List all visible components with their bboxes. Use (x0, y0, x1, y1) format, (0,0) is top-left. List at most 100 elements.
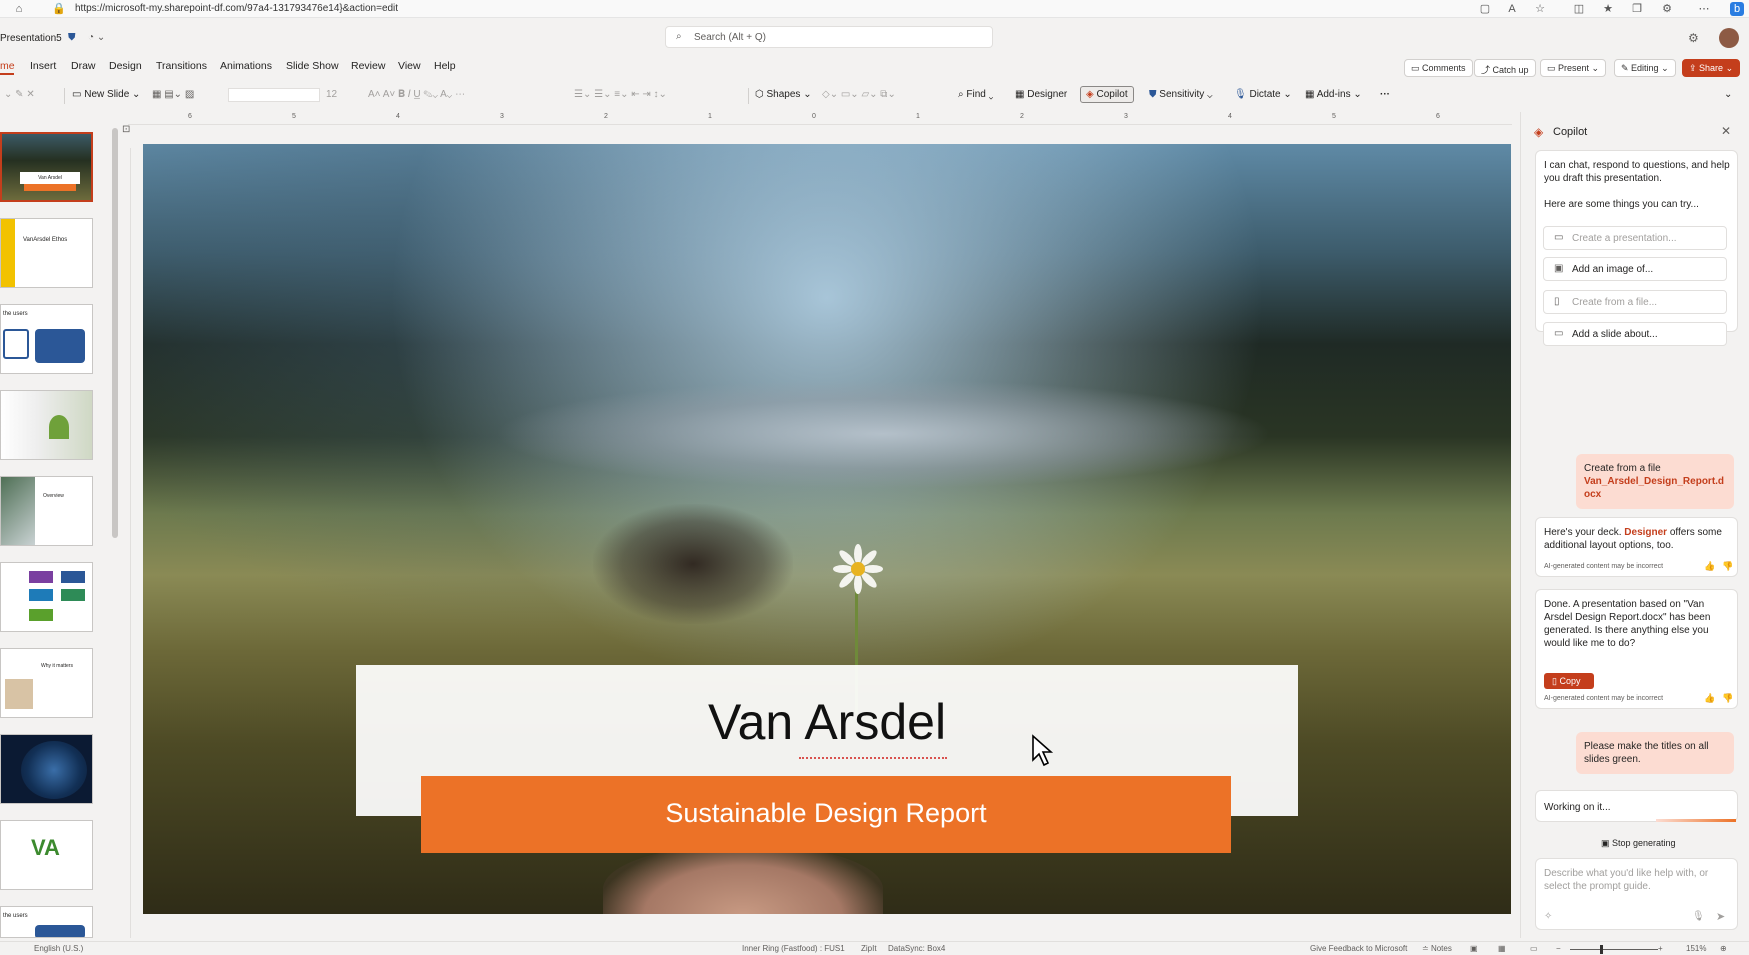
zoom-level[interactable]: 151% (1686, 944, 1706, 953)
slide-thumbnail[interactable]: Overview (0, 476, 93, 546)
document-name[interactable]: Presentation5 (0, 33, 62, 44)
slide-sorter-icon[interactable]: ▦ (1498, 944, 1506, 953)
send-icon[interactable]: ➤ (1716, 910, 1725, 923)
bing-icon[interactable]: b (1730, 2, 1744, 16)
image-icon: ▣ (1554, 263, 1564, 274)
more-options-icon[interactable]: ··· (1380, 89, 1390, 100)
slide-subtitle[interactable]: Sustainable Design Report (421, 798, 1231, 829)
slide-thumbnail[interactable]: Why it matters (0, 648, 93, 718)
background-hut (593, 504, 793, 624)
close-icon[interactable]: ✕ (1721, 124, 1731, 138)
paste-icon[interactable]: ⌄ ✎ ✕ (4, 89, 35, 100)
search-input[interactable]: ⌕ Search (Alt + Q) (665, 26, 993, 48)
slide-thumbnail[interactable] (0, 734, 93, 804)
layout-icon[interactable]: ▦ ▤⌄ ▨ (152, 89, 194, 100)
reading-view-icon[interactable]: ▭ (1530, 944, 1538, 953)
present-button[interactable]: ▭ Present ⌄ (1540, 59, 1607, 77)
tab-design[interactable]: Design (109, 60, 142, 72)
slide-thumbnail[interactable] (0, 562, 93, 632)
thumbs-down-icon[interactable]: 👎 (1722, 693, 1733, 704)
catch-up-button[interactable]: ⤴ Catch up (1474, 59, 1536, 77)
menu-tabs: me Insert Draw Design Transitions Animat… (0, 57, 1749, 77)
paragraph-format-icons[interactable]: ☰⌄ ☰⌄ ≡⌄ ⇤ ⇥ ↕⌄ (574, 89, 667, 100)
notes-button[interactable]: ≐ Notes (1422, 944, 1452, 953)
zoom-slider[interactable] (1570, 949, 1658, 950)
subtitle-placeholder[interactable]: Sustainable Design Report (421, 776, 1231, 853)
home-icon[interactable]: ⌂ (12, 2, 26, 16)
new-slide-button[interactable]: ▭ New Slide ⌄ (72, 89, 140, 100)
tab-slide-show[interactable]: Slide Show (286, 60, 339, 72)
fit-to-window-icon[interactable]: ⊕ (1720, 944, 1727, 953)
suggestion-create-presentation[interactable]: ▭ Create a presentation... (1543, 226, 1727, 250)
find-button[interactable]: ⌕ Find ⌄ (958, 89, 993, 100)
thumbs-down-icon[interactable]: 👎 (1722, 561, 1733, 572)
browser-address-bar: ⌂ 🔒 https://microsoft-my.sharepoint-df.c… (0, 0, 1749, 18)
tab-help[interactable]: Help (434, 60, 456, 72)
font-format-icons[interactable]: A˄ A˅ 𝐁 𝐼 U̲ ✎⌄ A⌄ ⋯ (368, 89, 465, 100)
slide-thumbnail[interactable]: VanArsdel Ethos (0, 218, 93, 288)
add-ins-button[interactable]: ▦ Add-ins ⌄ (1305, 89, 1362, 100)
apps-icon[interactable]: ▢ (1478, 2, 1492, 16)
extensions-icon[interactable]: ⚙ (1660, 2, 1674, 16)
editing-mode-button[interactable]: ✎ Editing ⌄ (1614, 59, 1676, 77)
slide-thumbnail[interactable]: the users (0, 304, 93, 374)
chat-input[interactable]: Describe what you'd like help with, or s… (1535, 858, 1738, 930)
language-status[interactable]: English (U.S.) (34, 944, 83, 953)
feedback-link[interactable]: Give Feedback to Microsoft (1310, 944, 1407, 953)
suggestion-create-from-file[interactable]: ▯ Create from a file... (1543, 290, 1727, 314)
comments-button[interactable]: ▭ Comments (1404, 59, 1473, 77)
zoom-in-icon[interactable]: + (1658, 944, 1663, 953)
tab-view[interactable]: View (398, 60, 421, 72)
designer-link[interactable]: Designer (1624, 527, 1667, 538)
slide-thumbnail[interactable] (0, 390, 93, 460)
zoom-out-icon[interactable]: − (1556, 944, 1561, 953)
collapse-ribbon-chevron-icon[interactable]: ⌄ (1724, 89, 1732, 100)
tab-home[interactable]: me (0, 60, 15, 72)
designer-button[interactable]: ▦ Designer (1015, 89, 1067, 100)
sensitivity-button[interactable]: ⛊ Sensitivity ⌄ (1149, 89, 1212, 100)
zoom-slider-thumb[interactable] (1600, 945, 1603, 954)
share-button[interactable]: ⇪ Share ⌄ (1682, 59, 1741, 77)
copy-button[interactable]: ▯ Copy (1544, 673, 1594, 689)
more-icon[interactable]: ⋯ (1697, 2, 1711, 16)
microphone-icon[interactable]: 🎙 (1692, 911, 1705, 922)
user-avatar[interactable] (1719, 28, 1739, 48)
ring-status: Inner Ring (Fastfood) : FUS1 (742, 944, 845, 953)
thumbnail-scrollbar[interactable] (112, 128, 118, 538)
shapes-button[interactable]: ⬡ Shapes ⌄ (755, 89, 812, 100)
tab-review[interactable]: Review (351, 60, 385, 72)
ruler-tick-label: 3 (1124, 113, 1128, 120)
sync-icon[interactable]: ◔ ⌄ (88, 32, 105, 43)
stop-generating-button[interactable]: ▣ Stop generating (1601, 838, 1676, 849)
font-size-dropdown[interactable]: 12 (326, 89, 337, 100)
slide-thumbnail[interactable]: Van Arsdel (0, 132, 93, 202)
tab-draw[interactable]: Draw (71, 60, 96, 72)
suggestion-add-slide[interactable]: ▭ Add a slide about... (1543, 322, 1727, 346)
ruler-toggle-icon[interactable]: ⊡ (122, 124, 130, 135)
dictate-button[interactable]: 🎙 Dictate ⌄ (1234, 89, 1292, 100)
slide-title[interactable]: Van Arsdel (356, 693, 1298, 751)
favorites-icon[interactable]: ★ (1601, 2, 1615, 16)
user-message: Create from a file Van_Arsdel_Design_Rep… (1576, 454, 1734, 509)
settings-gear-icon[interactable]: ⚙ (1688, 31, 1699, 45)
slide-canvas[interactable]: Van Arsdel Sustainable Design Report (143, 144, 1511, 914)
slide-thumbnail[interactable]: VA (0, 820, 93, 890)
favorite-star-icon[interactable]: ☆ (1533, 2, 1547, 16)
tab-animations[interactable]: Animations (220, 60, 272, 72)
shape-format-icons[interactable]: ◇⌄ ▭⌄ ▱⌄ ⧉⌄ (822, 89, 896, 100)
normal-view-icon[interactable]: ▣ (1470, 944, 1478, 953)
thumbs-up-icon[interactable]: 👍 (1704, 693, 1715, 704)
suggestion-add-image[interactable]: ▣ Add an image of... (1543, 257, 1727, 281)
thumbs-up-icon[interactable]: 👍 (1704, 561, 1715, 572)
collections-icon[interactable]: ❐ (1630, 2, 1644, 16)
file-link[interactable]: Van_Arsdel_Design_Report.docx (1584, 475, 1726, 501)
url-text[interactable]: https://microsoft-my.sharepoint-df.com/9… (75, 3, 398, 14)
read-aloud-icon[interactable]: A (1505, 2, 1519, 16)
font-family-dropdown[interactable] (228, 88, 320, 102)
slide-thumbnail[interactable]: the users (0, 906, 93, 938)
tab-insert[interactable]: Insert (30, 60, 56, 72)
copilot-button[interactable]: ◈ Copilot (1080, 86, 1134, 103)
tab-transitions[interactable]: Transitions (156, 60, 207, 72)
split-screen-icon[interactable]: ◫ (1572, 2, 1586, 16)
prompt-guide-icon[interactable]: ✧ (1544, 911, 1552, 922)
